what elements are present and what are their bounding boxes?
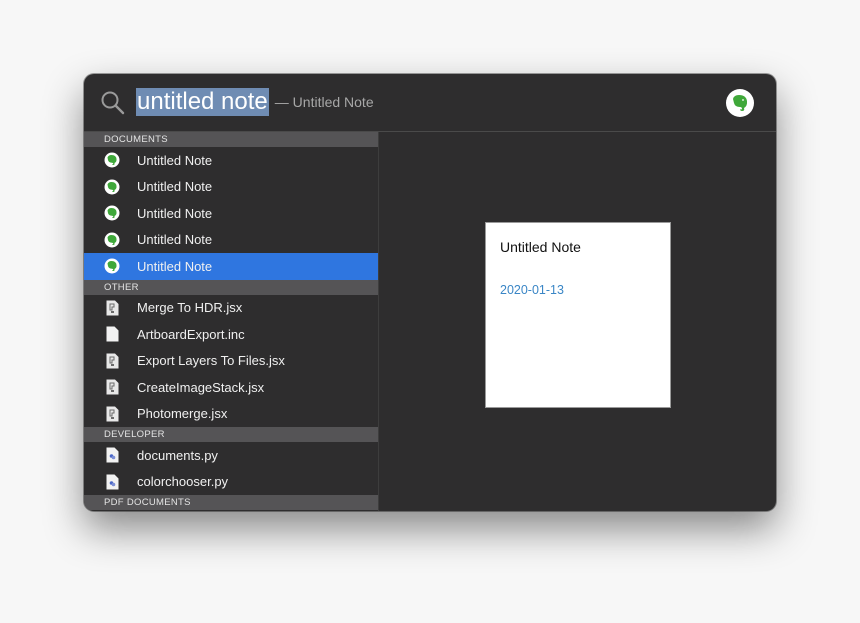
search-icon [101,91,125,115]
search-completion-hint: — Untitled Note [274,94,374,110]
result-item[interactable]: Export Layers To Files.jsx [84,348,378,375]
result-item-label: Untitled Note [137,205,213,221]
result-item[interactable]: Photomerge.jsx [84,401,378,428]
note-preview-card[interactable]: Untitled Note 2020-01-13 [485,222,671,408]
script-file-icon [104,353,120,369]
section-header-documents: DOCUMENTS [84,132,378,147]
result-item[interactable]: colorchooser.py [84,469,378,496]
result-item-label: Merge To HDR.jsx [137,300,243,316]
result-item[interactable]: Merge To HDR.jsx [84,295,378,322]
result-item-label: Export Layers To Files.jsx [137,353,285,369]
evernote-icon [104,232,120,248]
result-item[interactable]: documents.py [84,442,378,469]
script-file-icon [104,300,120,316]
section-header-other: OTHER [84,279,378,295]
result-item[interactable]: Untitled Note [84,147,378,174]
evernote-icon [726,89,754,117]
spotlight-window: untitled note — Untitled Note DOCUMENTS U… [84,74,776,511]
result-item-label: documents.py [137,447,218,463]
script-file-icon [104,406,120,422]
section-header-pdf-documents: PDF DOCUMENTS [84,495,378,510]
python-file-icon [104,474,120,490]
result-item-label: Untitled Note [137,258,213,274]
result-item[interactable]: CreateImageStack.jsx [84,374,378,401]
result-item[interactable]: Untitled Note [84,253,378,280]
result-item-label: colorchooser.py [137,474,229,490]
result-item[interactable]: Untitled Note [84,174,378,201]
python-file-icon [104,447,120,463]
result-item[interactable]: Untitled Note [84,200,378,227]
note-preview-date: 2020-01-13 [500,283,564,297]
evernote-icon [104,205,120,221]
results-list[interactable]: DOCUMENTS Untitled Note Untitled Note Untit… [84,132,379,511]
result-item-label: CreateImageStack.jsx [137,379,265,395]
result-item-label: Untitled Note [137,232,213,248]
search-bar[interactable]: untitled note — Untitled Note [84,74,776,132]
script-file-icon [104,379,120,395]
result-item-label: Photomerge.jsx [137,406,228,422]
result-item-label: ArtboardExport.inc [137,326,245,342]
result-item-label: Untitled Note [137,152,213,168]
section-header-developer: DEVELOPER [84,427,378,442]
evernote-icon [104,179,120,195]
result-item[interactable]: ArtboardExport.inc [84,321,378,348]
evernote-icon [104,258,120,274]
blank-file-icon [104,326,120,342]
result-item[interactable]: Untitled Note [84,227,378,254]
search-input[interactable]: untitled note — Untitled Note [136,88,374,116]
evernote-icon [104,152,120,168]
result-item-label: Untitled Note [137,179,213,195]
note-preview-title: Untitled Note [500,239,581,255]
preview-pane: Untitled Note 2020-01-13 [379,132,776,511]
search-query-text: untitled note [136,88,269,116]
